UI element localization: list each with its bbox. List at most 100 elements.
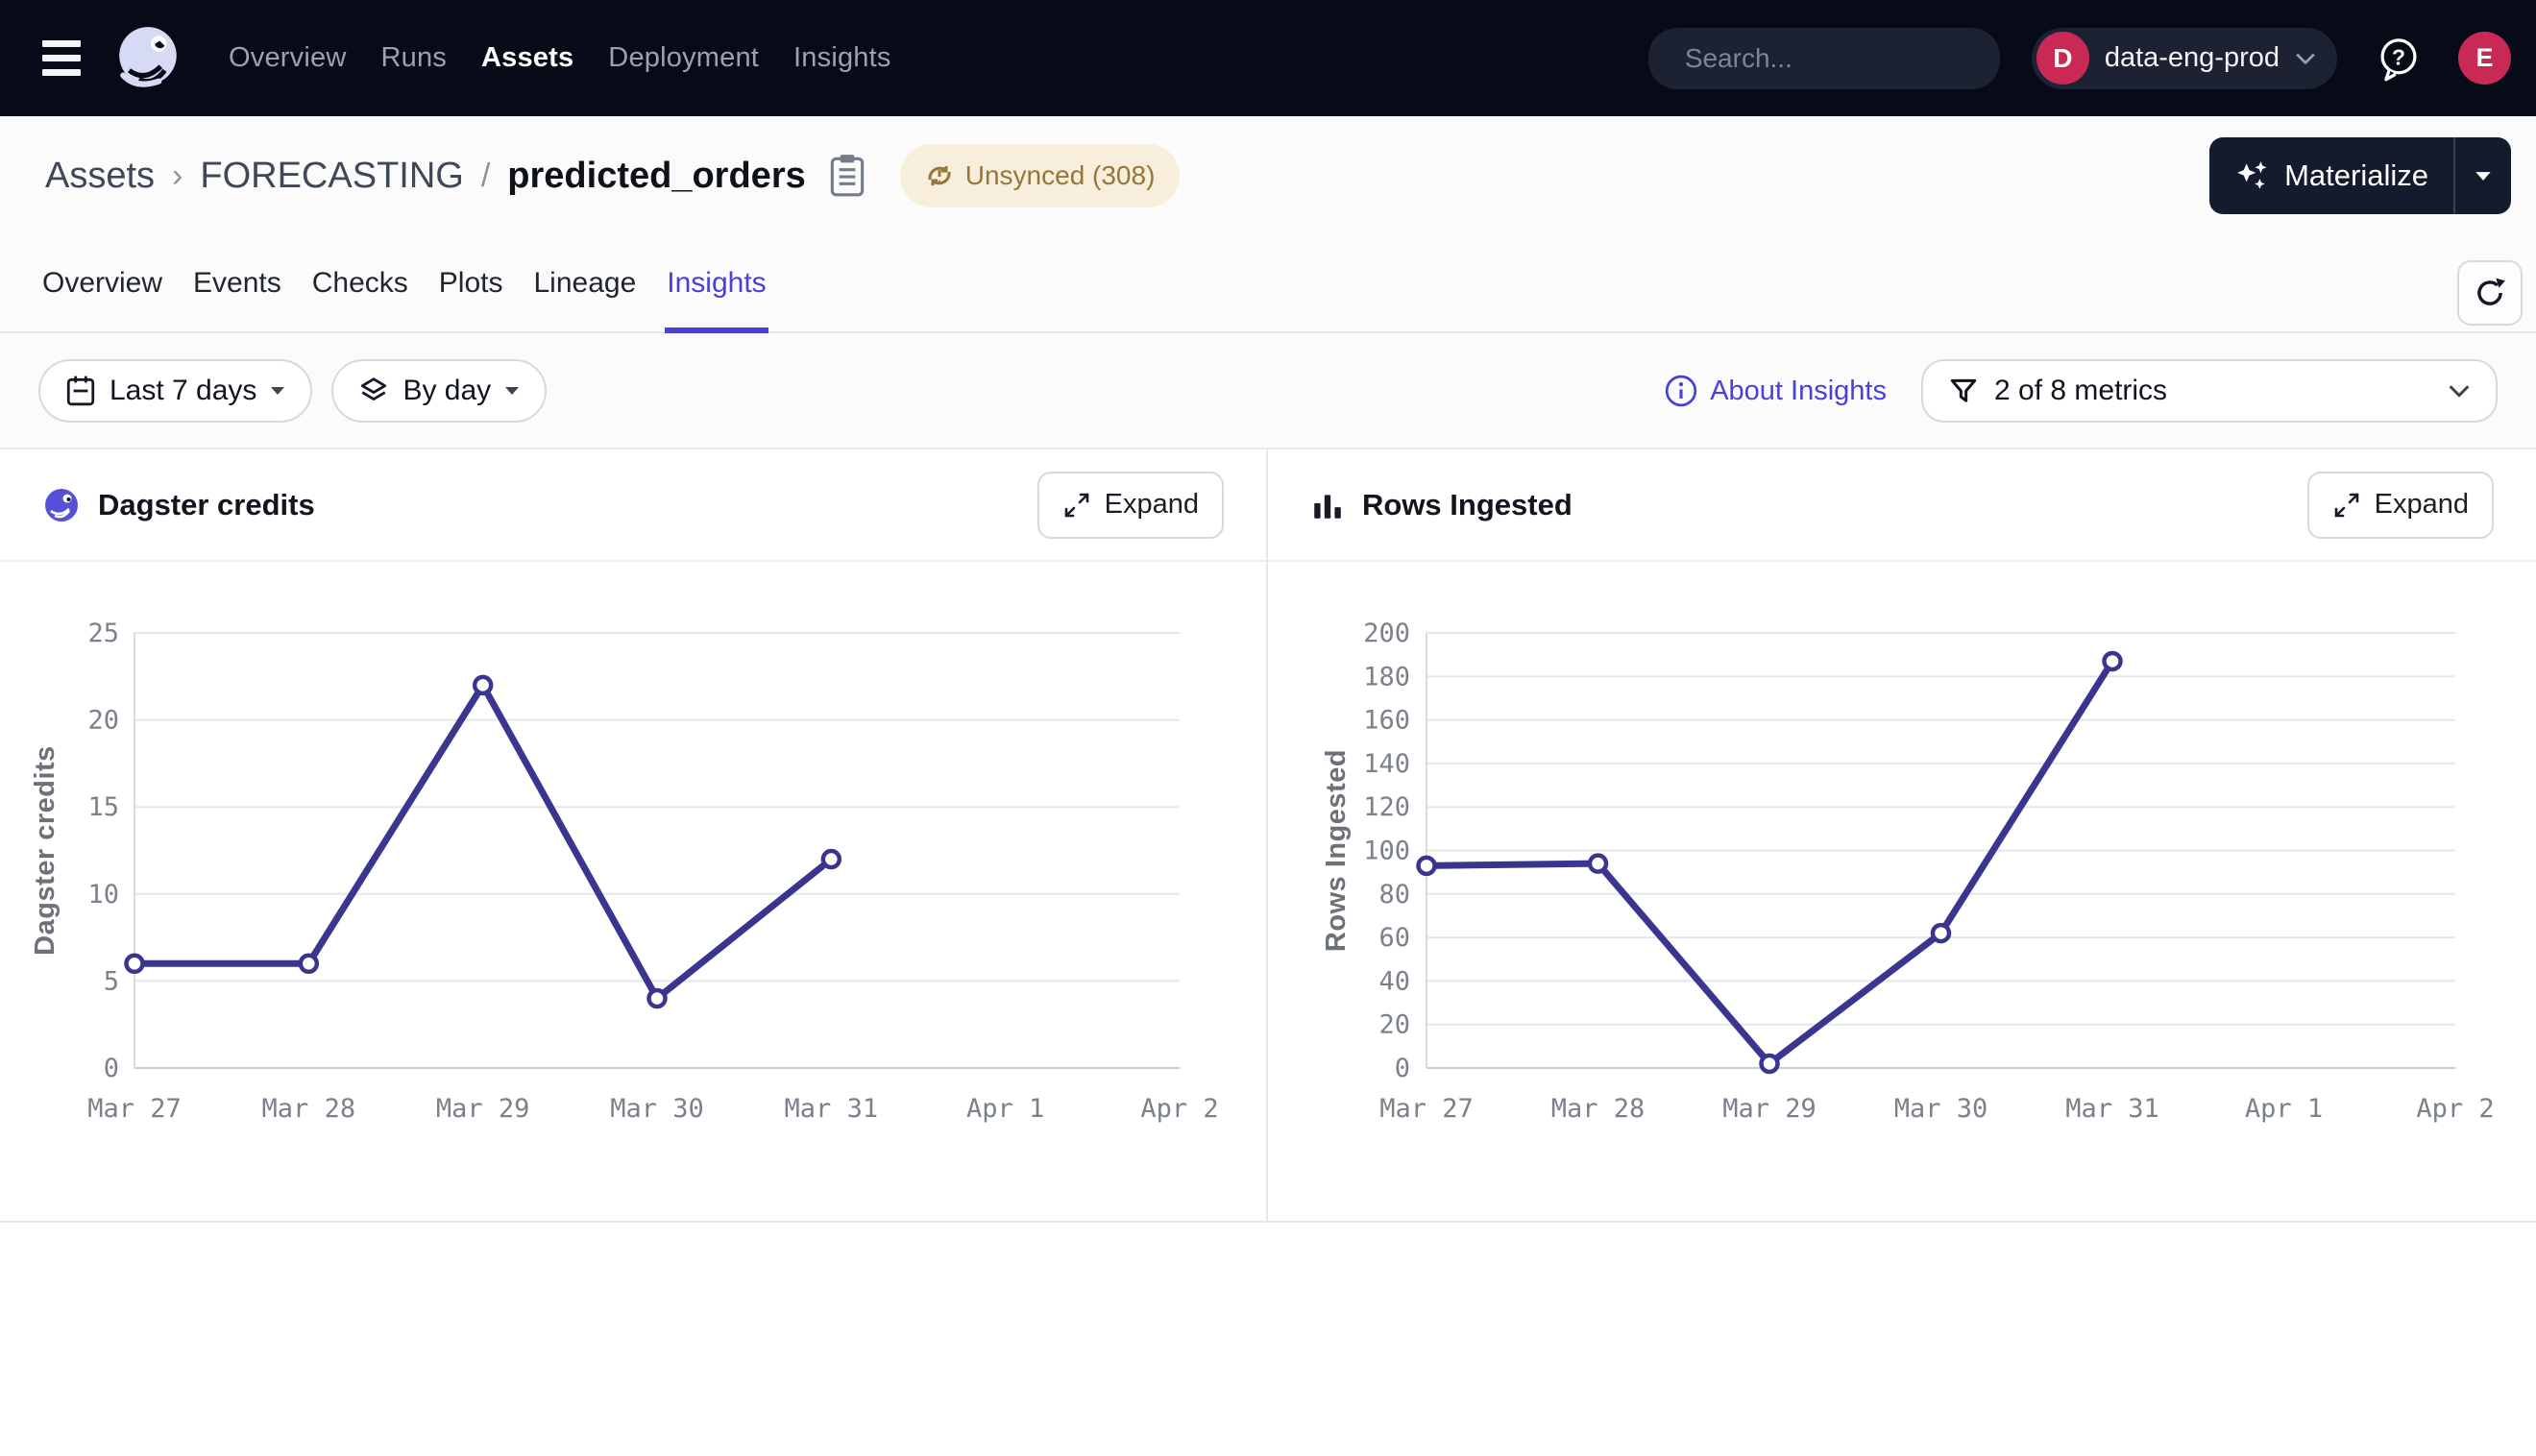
- svg-text:Mar 28: Mar 28: [262, 1094, 356, 1124]
- tab-events[interactable]: Events: [193, 235, 281, 331]
- svg-text:60: 60: [1378, 923, 1410, 953]
- nav-link-assets[interactable]: Assets: [481, 42, 573, 74]
- expand-icon: [1062, 491, 1091, 520]
- help-icon: ?: [2376, 36, 2422, 82]
- breadcrumb-separator: /: [481, 158, 490, 195]
- deployment-initial-badge: D: [2036, 32, 2089, 85]
- panel-dagster-credits: Dagster credits Expand 0510152025Mar 27M…: [0, 449, 1268, 1221]
- svg-text:Mar 29: Mar 29: [436, 1094, 530, 1124]
- insights-charts: Dagster credits Expand 0 5 10 15 20 25 Mar 27 M…: [0, 448, 2536, 1223]
- svg-text:Mar 30: Mar 30: [1894, 1094, 1988, 1124]
- svg-text:Dagster credits: Dagster credits: [30, 745, 61, 956]
- metrics-select[interactable]: 2 of 8 metrics: [1921, 359, 2498, 423]
- svg-text:100: 100: [1363, 837, 1410, 866]
- panel-header: Dagster credits Expand: [0, 449, 1266, 562]
- about-insights-link[interactable]: About Insights: [1664, 374, 1887, 408]
- caret-down-icon: [504, 386, 520, 396]
- chart-title-dagster-credits: Dagster credits: [42, 486, 315, 524]
- copy-asset-name-button[interactable]: [827, 153, 867, 199]
- svg-text:Apr 1: Apr 1: [2245, 1094, 2323, 1124]
- tab-overview[interactable]: Overview: [42, 235, 162, 331]
- svg-text:Mar 27: Mar 27: [1379, 1094, 1474, 1124]
- insights-filter-bar: Last 7 days By day About Insights: [0, 333, 2536, 448]
- svg-text:0: 0: [1395, 1054, 1410, 1083]
- svg-text:Apr 1: Apr 1: [966, 1094, 1044, 1124]
- svg-text:Mar 27: Mar 27: [87, 1094, 182, 1124]
- info-icon: [1664, 374, 1698, 408]
- tab-insights[interactable]: Insights: [667, 235, 766, 331]
- svg-text:25: 25: [87, 619, 119, 648]
- breadcrumb: Assets › FORECASTING / predicted_orders: [0, 116, 2536, 235]
- search-box[interactable]: /: [1648, 28, 2000, 89]
- expand-button-rows-ingested[interactable]: Expand: [2307, 472, 2494, 539]
- search-input[interactable]: [1685, 43, 2032, 74]
- time-range-filter[interactable]: Last 7 days: [38, 359, 312, 423]
- svg-text:80: 80: [1378, 880, 1410, 910]
- svg-text:Apr 2: Apr 2: [1140, 1094, 1218, 1124]
- svg-text:Mar 30: Mar 30: [610, 1094, 704, 1124]
- asset-header: Assets › FORECASTING / predicted_orders: [0, 116, 2536, 448]
- svg-text:15: 15: [87, 792, 119, 822]
- svg-text:0: 0: [104, 1054, 119, 1083]
- tab-checks[interactable]: Checks: [312, 235, 408, 331]
- hamburger-menu-icon[interactable]: [42, 28, 104, 89]
- chart-title-text: Rows Ingested: [1362, 488, 1573, 522]
- sparkles-icon: [2234, 158, 2271, 194]
- rows-ingested-line-chart[interactable]: 020406080100120140160180200Mar 27Mar 28M…: [1268, 562, 2534, 1221]
- tab-plots[interactable]: Plots: [439, 235, 503, 331]
- svg-text:120: 120: [1363, 792, 1410, 822]
- deployment-switcher[interactable]: D data-eng-prod: [2032, 28, 2337, 89]
- refresh-button[interactable]: [2457, 260, 2523, 326]
- deployment-name: data-eng-prod: [2105, 42, 2280, 74]
- about-insights-label: About Insights: [1710, 376, 1887, 407]
- breadcrumb-assets-link[interactable]: Assets: [45, 156, 155, 197]
- tab-lineage[interactable]: Lineage: [534, 235, 637, 331]
- nav-link-runs[interactable]: Runs: [380, 42, 447, 74]
- svg-text:10: 10: [87, 880, 119, 910]
- materialize-button[interactable]: Materialize: [2209, 137, 2453, 214]
- svg-text:Mar 29: Mar 29: [1722, 1094, 1817, 1124]
- expand-label: Expand: [2375, 489, 2469, 521]
- materialize-options-button[interactable]: [2455, 137, 2511, 214]
- layers-icon: [358, 376, 389, 406]
- calendar-icon: [65, 375, 96, 407]
- expand-icon: [2332, 491, 2361, 520]
- chart-title-rows-ingested: Rows Ingested: [1310, 488, 1573, 522]
- svg-text:140: 140: [1363, 749, 1410, 779]
- materialize-label: Materialize: [2284, 158, 2428, 193]
- panel-rows-ingested: Rows Ingested Expand 0 20 40 60 80 100 120 140 1…: [1268, 449, 2536, 1221]
- unsynced-status-badge[interactable]: Unsynced (308): [900, 144, 1181, 207]
- clipboard-icon: [827, 153, 867, 199]
- unsynced-status-label: Unsynced (308): [965, 160, 1156, 191]
- time-range-value: Last 7 days: [110, 375, 256, 407]
- granularity-value: By day: [402, 375, 491, 407]
- user-avatar[interactable]: E: [2458, 32, 2511, 85]
- dagster-asset-insights-page: Overview Runs Assets Deployment Insights…: [0, 0, 2536, 1456]
- materialize-split-button: Materialize: [2209, 137, 2511, 214]
- nav-link-insights[interactable]: Insights: [793, 42, 891, 74]
- filter-funnel-icon: [1948, 376, 1979, 406]
- svg-text:20: 20: [1378, 1010, 1410, 1040]
- top-nav: Overview Runs Assets Deployment Insights…: [0, 0, 2536, 116]
- breadcrumb-group-link[interactable]: FORECASTING: [200, 156, 463, 197]
- dagster-credits-icon: [42, 486, 81, 524]
- granularity-filter[interactable]: By day: [331, 359, 547, 423]
- svg-text:5: 5: [104, 966, 119, 996]
- refresh-icon: [2473, 276, 2507, 310]
- panel-header: Rows Ingested Expand: [1268, 449, 2536, 562]
- svg-text:40: 40: [1378, 966, 1410, 996]
- svg-text:200: 200: [1363, 619, 1410, 648]
- svg-text:180: 180: [1363, 662, 1410, 692]
- help-button[interactable]: ?: [2376, 36, 2422, 82]
- nav-link-overview[interactable]: Overview: [229, 42, 346, 74]
- expand-button-dagster-credits[interactable]: Expand: [1037, 472, 1224, 539]
- svg-text:Mar 31: Mar 31: [785, 1094, 879, 1124]
- chart-title-text: Dagster credits: [98, 488, 315, 522]
- bar-chart-icon: [1310, 488, 1345, 522]
- caret-down-icon: [270, 386, 285, 396]
- nav-link-deployment[interactable]: Deployment: [608, 42, 759, 74]
- svg-text:Mar 31: Mar 31: [2065, 1094, 2159, 1124]
- dagster-credits-line-chart[interactable]: 0510152025Mar 27Mar 28Mar 29Mar 30Mar 31…: [0, 562, 1266, 1221]
- chevron-down-icon: [2448, 384, 2471, 398]
- dagster-logo-icon[interactable]: [111, 21, 186, 96]
